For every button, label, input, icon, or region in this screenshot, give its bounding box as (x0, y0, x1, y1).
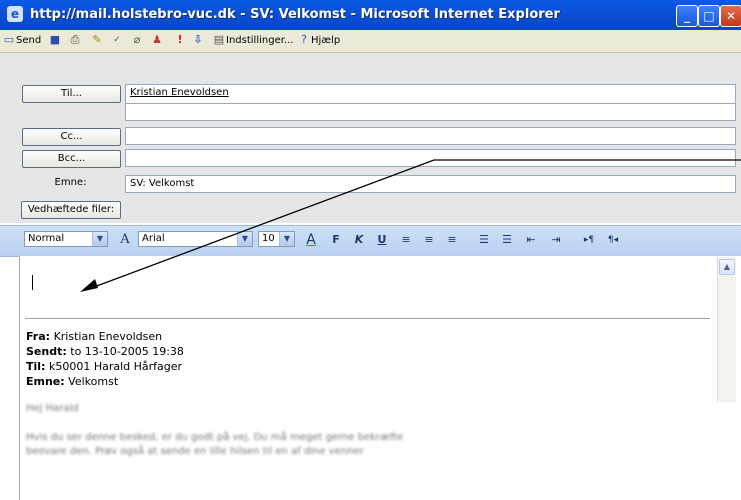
annotation-arrow (80, 159, 741, 292)
